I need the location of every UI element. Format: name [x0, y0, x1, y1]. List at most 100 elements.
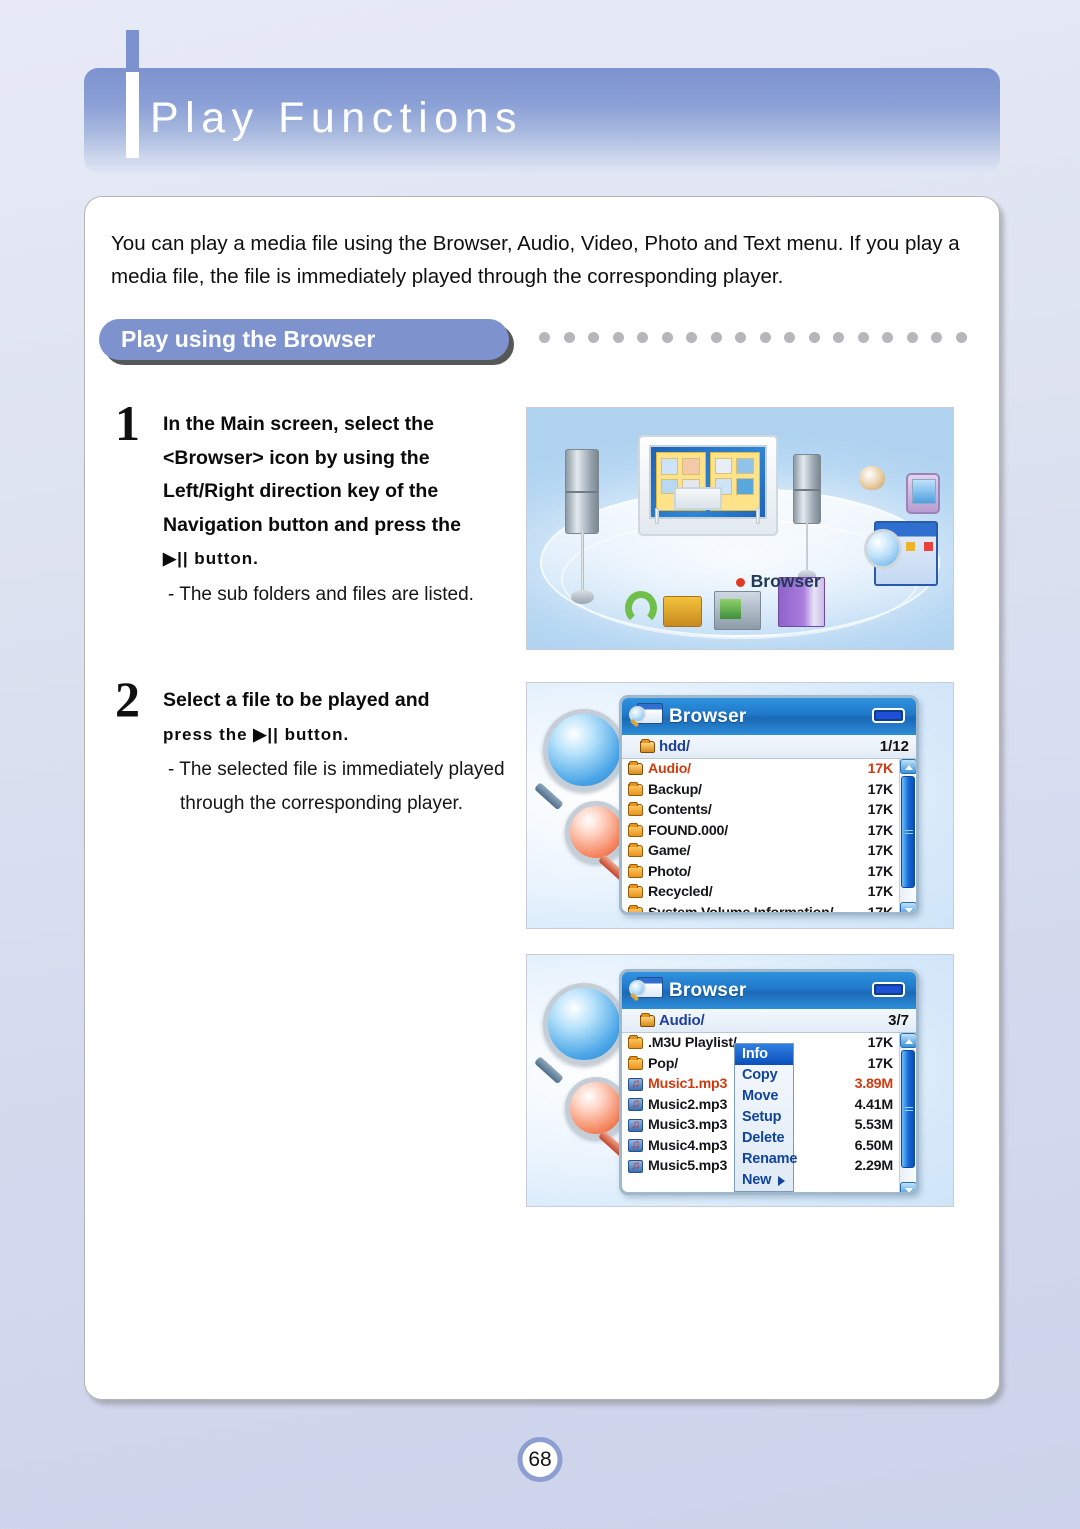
step-2-line-1: Select a file to be played and [163, 689, 430, 711]
table-row[interactable]: FOUND.000/ 17K [622, 821, 899, 842]
file-name: Contents/ [648, 802, 712, 819]
step-2-number: 2 [115, 671, 140, 727]
context-menu-item-rename[interactable]: Rename [735, 1149, 797, 1170]
context-menu-item-setup[interactable]: Setup [735, 1107, 793, 1128]
window-titlebar: Browser [622, 698, 916, 735]
folder-open-icon [640, 738, 655, 753]
file-name: Music5.mp3 [648, 1158, 728, 1175]
browser-root-scene: Browser hdd/ 1/12 Audio/ 17K Backup/ 17K… [527, 683, 953, 928]
file-name: Audio/ [648, 761, 691, 778]
table-row[interactable]: Contents/ 17K [622, 800, 899, 821]
folder-icon [628, 1055, 643, 1070]
table-row[interactable]: Audio/ 17K [622, 759, 899, 780]
folder-icon [628, 822, 643, 837]
file-size: 6.50M [854, 1137, 894, 1154]
folder-icon [628, 781, 643, 796]
context-menu-item-delete[interactable]: Delete [735, 1128, 793, 1149]
file-name: Music4.mp3 [648, 1137, 728, 1154]
file-name: Music2.mp3 [648, 1096, 728, 1113]
browser-app-icon [629, 977, 663, 1004]
browser-audio-scene: Browser Audio/ 3/7 .M3U Playlist/ 17K Po… [527, 955, 953, 1206]
step-1-line-2: <Browser> icon by using the [163, 446, 430, 469]
file-size: 17K [867, 863, 894, 880]
figure-browser-audio: Browser Audio/ 3/7 .M3U Playlist/ 17K Po… [526, 954, 954, 1207]
table-row[interactable]: Recycled/ 17K [622, 882, 899, 903]
scrollbar-thumb[interactable] [901, 776, 915, 888]
vertical-scrollbar[interactable] [899, 759, 916, 912]
folder-icon [628, 843, 643, 858]
figure-main-screen: Browser [526, 407, 954, 650]
file-size: 3.89M [854, 1076, 894, 1093]
file-name: System Volume Information/ [648, 904, 834, 915]
header-accent-bar-inner [126, 68, 139, 158]
step-1-line-4: Navigation button and press the [163, 513, 461, 536]
figure-browser-root: Browser hdd/ 1/12 Audio/ 17K Backup/ 17K… [526, 682, 954, 929]
file-size: 17K [867, 1055, 894, 1072]
scroll-up-icon[interactable] [900, 1033, 916, 1048]
intro-paragraph: You can play a media file using the Brow… [111, 232, 960, 288]
music-file-icon [628, 1117, 643, 1132]
scrollbar-track[interactable] [900, 774, 916, 902]
submenu-arrow-icon [778, 1176, 785, 1186]
browser-caption: Browser [735, 570, 821, 591]
scroll-up-icon[interactable] [900, 759, 916, 774]
section-title-pill: Play using the Browser [99, 319, 509, 360]
current-path-row: hdd/ 1/12 [622, 735, 916, 759]
item-count-label: 1/12 [879, 738, 909, 755]
step-1-line-3: Left/Right direction key of the [163, 480, 439, 502]
file-size: 17K [867, 884, 894, 901]
music-file-icon [628, 1096, 643, 1112]
browser-window-root[interactable]: Browser hdd/ 1/12 Audio/ 17K Backup/ 17K… [619, 695, 919, 915]
file-name: Pop/ [648, 1055, 678, 1072]
file-name: Music1.mp3 [648, 1076, 728, 1093]
file-size: 17K [867, 802, 894, 819]
file-name: .M3U Playlist/ [648, 1035, 737, 1052]
photo-icon [714, 591, 762, 630]
scroll-down-icon[interactable] [900, 1182, 916, 1192]
folder-icon [628, 1035, 643, 1050]
file-list-area: Audio/ 17K Backup/ 17K Contents/ 17K FOU… [622, 759, 916, 915]
scrollbar-thumb[interactable] [901, 1050, 915, 1168]
context-menu-item-copy[interactable]: Copy [735, 1065, 793, 1086]
section-dot-rule [539, 332, 967, 343]
table-row[interactable]: Photo/ 17K [622, 862, 899, 883]
tv-stand [673, 487, 722, 511]
main-screen-scene: Browser [527, 408, 953, 649]
camcorder-icon [663, 595, 702, 628]
scroll-down-icon[interactable] [900, 902, 916, 912]
table-row[interactable]: Game/ 17K [622, 841, 899, 862]
folder-icon [628, 904, 643, 912]
window-title-text: Browser [669, 979, 747, 1001]
table-row[interactable]: System Volume Information/ 17K [622, 903, 899, 915]
file-name: Backup/ [648, 781, 702, 798]
context-menu-item-move[interactable]: Move [735, 1086, 793, 1107]
music-file-icon [628, 1158, 643, 1173]
page-number: 68 [517, 1437, 563, 1482]
context-menu[interactable]: Info Copy Move Setup Delete Rename New [734, 1043, 797, 1192]
file-size: 17K [867, 843, 894, 860]
scrollbar-track[interactable] [900, 1048, 916, 1182]
bird-icon [859, 465, 885, 490]
folder-open-icon [640, 1012, 655, 1027]
section-header-row: Play using the Browser [99, 319, 989, 363]
vertical-scrollbar[interactable] [899, 1033, 916, 1192]
context-menu-item-info[interactable]: Info [735, 1044, 793, 1065]
browser-window-audio[interactable]: Browser Audio/ 3/7 .M3U Playlist/ 17K Po… [619, 969, 919, 1195]
file-size: 17K [867, 1035, 894, 1052]
file-size: 17K [867, 904, 894, 915]
table-row[interactable]: Backup/ 17K [622, 780, 899, 801]
window-titlebar: Browser [622, 972, 916, 1009]
file-size: 17K [867, 761, 894, 778]
music-file-icon [628, 1076, 643, 1091]
speaker-right-icon [793, 453, 821, 582]
headphone-icon [624, 591, 657, 625]
pda-icon [906, 473, 941, 515]
item-count-label: 3/7 [888, 1012, 909, 1029]
file-list[interactable]: Audio/ 17K Backup/ 17K Contents/ 17K FOU… [622, 759, 899, 915]
context-menu-item-new[interactable]: New [735, 1170, 793, 1191]
file-name: Game/ [648, 843, 691, 860]
file-size: 5.53M [854, 1117, 894, 1134]
current-path-label: hdd/ [659, 738, 690, 755]
step-2-note: - The selected file is immediately playe… [168, 759, 505, 814]
file-name: Photo/ [648, 863, 691, 880]
